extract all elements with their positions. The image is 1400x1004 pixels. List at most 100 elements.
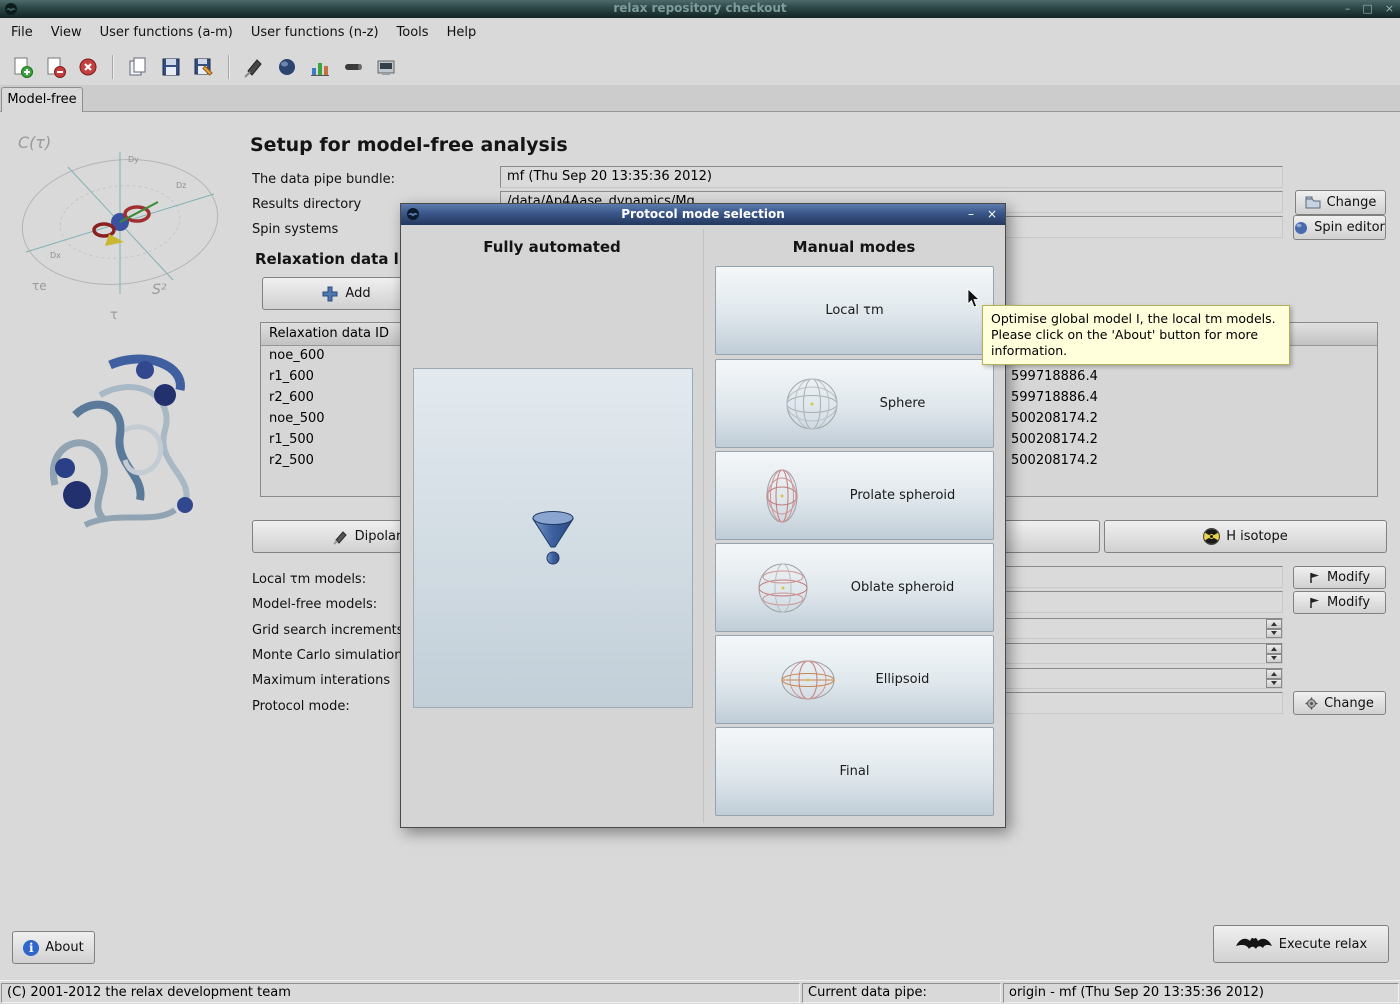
local-tm-models-label: Local τm models:: [252, 570, 366, 590]
data-pipe-bundle-field[interactable]: mf (Thu Sep 20 13:35:36 2012): [500, 166, 1283, 188]
dialog-title: Protocol mode selection: [401, 204, 1005, 225]
oblate-spheroid-icon: [755, 560, 811, 616]
radiation-icon: [1203, 528, 1220, 545]
spin-systems-label: Spin systems: [252, 220, 338, 240]
execute-relax-button[interactable]: Execute relax: [1213, 925, 1389, 963]
toolbar-button-close-analysis[interactable]: [41, 53, 69, 81]
relaxation-data-heading: Relaxation data list: [255, 250, 420, 268]
window-titlebar: relax repository checkout – □ ×: [0, 0, 1400, 18]
folder-icon: [1305, 196, 1321, 209]
about-button[interactable]: i About: [12, 931, 95, 964]
mode-button-sphere[interactable]: Sphere: [715, 359, 994, 448]
status-copyright: (C) 2001-2012 the relax development team: [1, 983, 800, 1003]
modify-model-free-button[interactable]: Modify: [1293, 591, 1386, 614]
mode-button-prolate-spheroid[interactable]: Prolate spheroid: [715, 451, 994, 540]
spin-up-button[interactable]: [1266, 619, 1282, 629]
toolbar-button-close-all-analyses[interactable]: [74, 53, 102, 81]
manual-modes-heading: Manual modes: [703, 238, 1005, 256]
monte-carlo-label: Monte Carlo simulation: [252, 646, 403, 666]
window-close-button[interactable]: ×: [1385, 0, 1394, 17]
max-iterations-label: Maximum interations: [252, 671, 390, 691]
close-all-icon: [77, 56, 99, 78]
grid-search-label: Grid search increments: [252, 621, 404, 641]
dialog-body: Fully automated Manual modes Local τm Sp…: [401, 225, 1005, 827]
window-minimize-button[interactable]: –: [1345, 0, 1351, 17]
menubar: File View User functions (a-m) User func…: [0, 18, 1400, 48]
spin-down-button[interactable]: [1266, 629, 1282, 639]
sphere-icon: [784, 376, 840, 432]
close-analysis-icon: [44, 56, 66, 78]
window-title: relax repository checkout: [0, 1, 1400, 15]
modify-flag-icon: [1309, 597, 1321, 609]
toolbar-button-relax-controller[interactable]: [240, 53, 268, 81]
toolbar: [0, 48, 1400, 85]
fully-automated-heading: Fully automated: [401, 238, 703, 256]
modify-local-tm-button[interactable]: Modify: [1293, 566, 1386, 589]
save-state-icon: [160, 56, 182, 78]
spin-down-button[interactable]: [1266, 679, 1282, 689]
page-title: Setup for model-free analysis: [250, 134, 568, 156]
dialog-minimize-button[interactable]: –: [968, 204, 974, 225]
status-pipe-label: Current data pipe:: [802, 983, 1001, 1003]
tab-model-free[interactable]: Model-free: [1, 87, 83, 112]
h-isotope-button[interactable]: H isotope: [1104, 520, 1387, 553]
dialog-titlebar: Protocol mode selection – ×: [401, 204, 1005, 225]
dz-label: Dz: [176, 181, 186, 190]
ellipsoid-icon: [780, 652, 836, 708]
te-label: τe: [32, 279, 47, 293]
dipolar-icon: [333, 529, 349, 545]
dy-label: Dy: [128, 155, 139, 164]
toolbar-button-save-as[interactable]: [190, 53, 218, 81]
mode-button-final[interactable]: Final: [715, 727, 994, 816]
spin-up-button[interactable]: [1266, 669, 1282, 679]
gear-icon: [1305, 697, 1318, 710]
menu-user-functions-nz[interactable]: User functions (n-z): [242, 18, 388, 48]
open-state-icon: [127, 56, 149, 78]
info-icon: i: [23, 940, 39, 956]
results-viewer-icon: [309, 56, 331, 78]
dialog-column-divider: [703, 229, 704, 823]
toolbar-button-save-state[interactable]: [157, 53, 185, 81]
window-maximize-button[interactable]: □: [1362, 0, 1372, 17]
toolbar-button-results-viewer[interactable]: [306, 53, 334, 81]
correlation-function-diagram: C(τ) τe S² τ Dz Dx Dy: [8, 122, 238, 327]
toolbar-button-spin-viewer[interactable]: [273, 53, 301, 81]
protocol-mode-dialog: Protocol mode selection – × Fully automa…: [400, 203, 1006, 828]
data-pipe-editor-icon: [342, 56, 364, 78]
dialog-close-button[interactable]: ×: [987, 204, 997, 225]
menu-view[interactable]: View: [42, 18, 91, 48]
funnel-icon: [530, 509, 576, 567]
protocol-mode-label: Protocol mode:: [252, 697, 350, 717]
spin-viewer-icon: [276, 56, 298, 78]
mode-button-ellipsoid[interactable]: Ellipsoid: [715, 635, 994, 724]
change-protocol-mode-button[interactable]: Change: [1293, 691, 1386, 715]
change-results-dir-button[interactable]: Change: [1295, 190, 1386, 215]
mouse-cursor: [967, 288, 981, 313]
toolbar-button-open-state[interactable]: [124, 53, 152, 81]
spin-up-button[interactable]: [1266, 644, 1282, 654]
mode-button-local-tm[interactable]: Local τm: [715, 266, 994, 355]
model-free-models-label: Model-free models:: [252, 595, 377, 615]
menu-user-functions-am[interactable]: User functions (a-m): [91, 18, 242, 48]
toolbar-button-new-analysis[interactable]: [8, 53, 36, 81]
menu-file[interactable]: File: [2, 18, 42, 48]
toolbar-separator: [112, 55, 114, 79]
toolbar-button-data-pipe-editor[interactable]: [339, 53, 367, 81]
save-as-icon: [193, 56, 215, 78]
column-header-relaxation-data-id: Relaxation data ID: [269, 326, 389, 341]
results-directory-label: Results directory: [252, 195, 361, 215]
menu-help[interactable]: Help: [438, 18, 486, 48]
mode-button-oblate-spheroid[interactable]: Oblate spheroid: [715, 543, 994, 632]
corr-title-label: C(τ): [18, 133, 51, 152]
menu-tools[interactable]: Tools: [388, 18, 438, 48]
dx-label: Dx: [50, 251, 61, 260]
status-pipe-value: origin - mf (Thu Sep 20 13:35:36 2012): [1003, 983, 1399, 1003]
spin-editor-button[interactable]: Spin editor: [1293, 215, 1386, 240]
toolbar-button-relax-prompt[interactable]: [372, 53, 400, 81]
add-plus-icon: [321, 285, 339, 303]
fully-automated-button[interactable]: [413, 368, 693, 708]
toolbar-separator: [228, 55, 230, 79]
spin-down-button[interactable]: [1266, 654, 1282, 664]
modify-flag-icon: [1309, 572, 1321, 584]
new-analysis-icon: [11, 56, 33, 78]
